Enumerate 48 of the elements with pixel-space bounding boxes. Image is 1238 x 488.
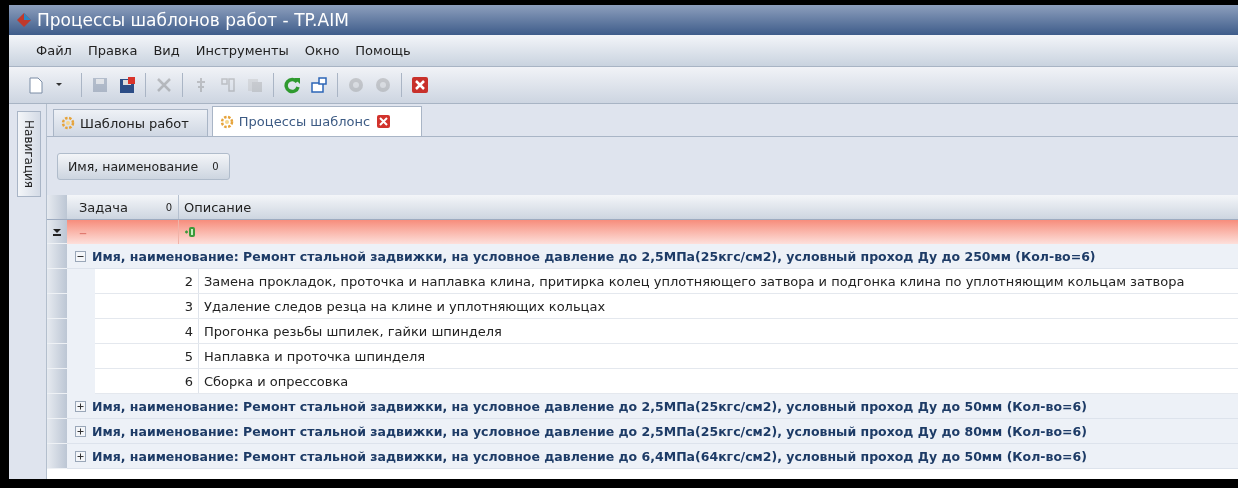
- window-icon[interactable]: [310, 76, 328, 94]
- description-cell-text: Наплавка и проточка шпинделя: [203, 347, 426, 366]
- tab[interactable]: Процессы шаблонс: [211, 106, 423, 136]
- group-by-chip[interactable]: Имя, наименование 0: [57, 152, 230, 180]
- menu-item[interactable]: Вид: [152, 41, 181, 60]
- task-cell: 5: [95, 344, 199, 368]
- menu-item[interactable]: Помощь: [354, 41, 412, 60]
- task-cell: 6: [95, 369, 199, 393]
- menu-item[interactable]: Окно: [303, 41, 341, 60]
- gear-icon: [218, 113, 235, 130]
- menu-item[interactable]: Файл: [35, 41, 73, 60]
- close-icon[interactable]: [376, 114, 392, 129]
- description-cell-text: Замена прокладок, проточка и наплавка клина, притирка колец уплотняющего затвора и подгонка клина по уплотняющим кольцам затвора: [203, 272, 1185, 291]
- group-label: Имя, наименование: Ремонт стальной задвижки, на условное давление до 2,5МПа(25кгс/см2), условный проход Ду до 250мм (Кол-во=6): [92, 248, 1096, 264]
- expand-icon[interactable]: [75, 425, 86, 437]
- gear-icon: [60, 115, 76, 131]
- menu-item[interactable]: Инструменты: [194, 41, 290, 60]
- group-label: Имя, наименование: Ремонт стальной задвижки, на условное давление до 2,5МПа(25кгс/см2), условный проход Ду до 50мм (Кол-во=6): [92, 398, 1087, 414]
- expand-icon[interactable]: [75, 450, 86, 462]
- collapse-icon[interactable]: [75, 250, 86, 262]
- expand-icon[interactable]: [75, 400, 86, 412]
- tab[interactable]: Шаблоны работ: [53, 109, 208, 136]
- column-header[interactable]: Описание: [179, 195, 252, 219]
- floppy-icon[interactable]: [118, 76, 136, 94]
- description-cell-text: Прогонка резьбы шпилек, гайки шпинделя: [203, 322, 502, 341]
- group-label: Имя, наименование: Ремонт стальной задвижки, на условное давление до 6,4МПа(64кгс/см2), условный проход Ду до 50мм (Кол-во=6): [92, 448, 1087, 464]
- description-cell-text: Сборка и опрессовка: [203, 372, 349, 391]
- header-corner: [47, 195, 67, 219]
- group-row[interactable]: Имя, наименование: Ремонт стальной задвижки, на условное давление до 6,4МПа(64кгс/см2), условный проход Ду до 50мм (Кол-во=6): [67, 444, 1238, 469]
- task-cell: 2: [95, 269, 199, 293]
- refresh-icon[interactable]: [283, 76, 301, 94]
- group-row[interactable]: Имя, наименование: Ремонт стальной задвижки, на условное давление до 2,5МПа(25кгс/см2), условный проход Ду до 80мм (Кол-во=6): [67, 419, 1238, 444]
- filter-add-icon[interactable]: [184, 225, 196, 239]
- window-title: Процессы шаблонов работ - TP.AIM: [37, 10, 349, 30]
- group-row[interactable]: Имя, наименование: Ремонт стальной задвижки, на условное давление до 2,5МПа(25кгс/см2), условный проход Ду до 250мм (Кол-во=6): [67, 244, 1238, 269]
- app-logo-icon: [15, 11, 33, 29]
- menu-item[interactable]: Правка: [86, 41, 139, 60]
- task-cell: 4: [95, 319, 199, 343]
- navigation-tab[interactable]: Навигация: [17, 111, 41, 198]
- close-icon[interactable]: [411, 76, 429, 94]
- description-cell-text: Удаление следов резца на клине и уплотняющих кольцах: [203, 297, 606, 316]
- group-row[interactable]: Имя, наименование: Ремонт стальной задвижки, на условное давление до 2,5МПа(25кгс/см2), условный проход Ду до 50мм (Кол-во=6): [67, 394, 1238, 419]
- document-icon[interactable]: [27, 76, 45, 94]
- column-header[interactable]: Задача 0: [67, 195, 179, 219]
- filter-value: –: [79, 222, 87, 242]
- task-cell: 3: [95, 294, 199, 318]
- group-label: Имя, наименование: Ремонт стальной задвижки, на условное давление до 2,5МПа(25кгс/см2), условный проход Ду до 80мм (Кол-во=6): [92, 423, 1087, 439]
- row-selector[interactable]: [47, 220, 67, 244]
